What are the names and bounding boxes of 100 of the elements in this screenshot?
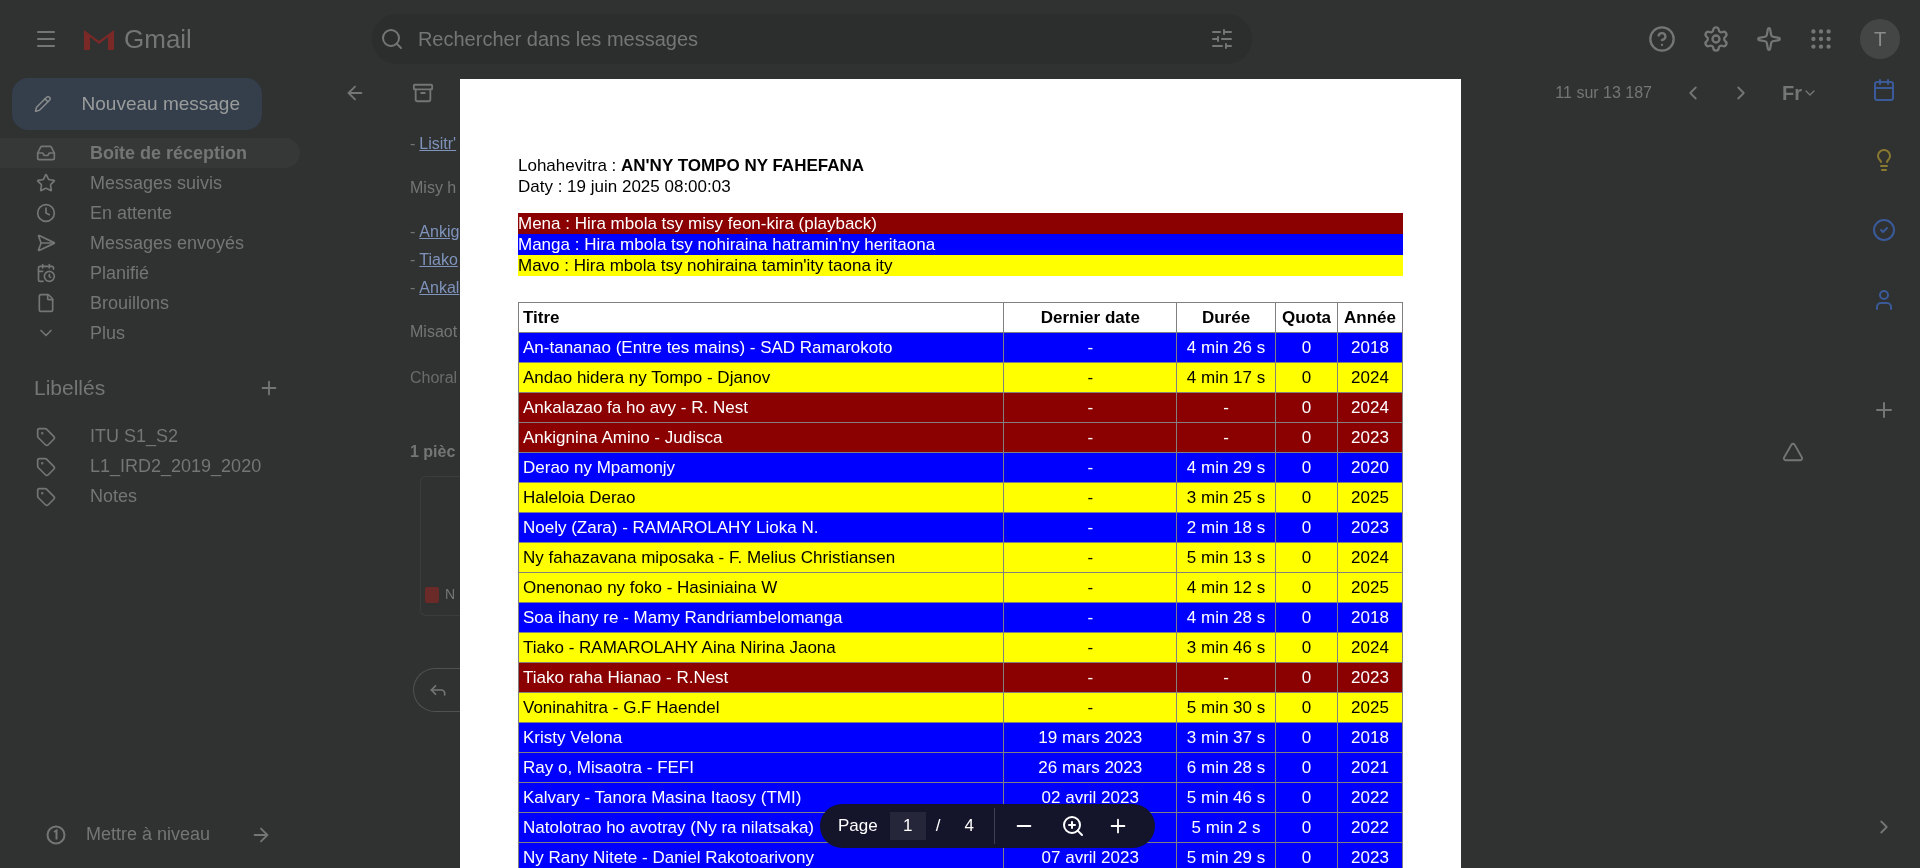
table-cell: 2022 — [1351, 817, 1389, 837]
message-link[interactable]: Ankal — [419, 276, 460, 300]
table-cell: - — [1087, 547, 1094, 567]
table-cell: Kalvary - Tanora Masina Itaosy (TMI) — [523, 787, 802, 807]
table-cell: 0 — [1301, 427, 1312, 447]
column-header: Durée — [1176, 302, 1276, 333]
table-cell: 0 — [1301, 847, 1312, 867]
table-cell: 2025 — [1351, 697, 1389, 717]
legend-bar: Mavo : Hira mbola tsy nohiraina tamin'ity taona ity — [518, 255, 1403, 276]
column-header: Année — [1337, 302, 1403, 333]
table-cell: 2020 — [1351, 457, 1389, 477]
table-cell: Tiako raha Hianao - R.Nest — [523, 667, 729, 687]
search-icon[interactable] — [379, 27, 404, 51]
label-item[interactable]: Notes — [0, 483, 330, 510]
table-cell: 2 min 18 s — [1186, 517, 1266, 537]
upgrade-link[interactable]: Mettre à niveau — [86, 821, 211, 848]
table-cell: 2024 — [1351, 637, 1389, 657]
table-cell: 3 min 25 s — [1186, 487, 1266, 507]
table-cell: 0 — [1301, 637, 1312, 657]
attachment-name: N — [445, 585, 456, 604]
table-cell: - — [1223, 667, 1229, 687]
archive-icon[interactable] — [412, 82, 434, 104]
column-header: Titre — [518, 302, 1004, 333]
apps-icon[interactable] — [1808, 26, 1834, 52]
table-cell: 4 min 29 s — [1186, 457, 1266, 477]
label-item[interactable]: ITU S1_S2 — [0, 423, 330, 450]
table-cell: - — [1087, 487, 1094, 507]
nav-item[interactable]: Planifié — [0, 258, 300, 288]
table-cell: Soa ihany re - Mamy Randriambelomanga — [523, 607, 843, 627]
app-name: Gmail — [124, 22, 192, 56]
nav-item[interactable]: Boîte de réception — [0, 138, 300, 168]
label-item[interactable]: L1_IRD2_2019_2020 — [0, 453, 330, 480]
table-cell: 2025 — [1351, 487, 1389, 507]
table-cell: - — [1087, 427, 1094, 447]
help-icon[interactable] — [1648, 25, 1676, 53]
document-icon — [36, 293, 56, 313]
label-icon — [36, 456, 56, 477]
table-cell: - — [1087, 697, 1094, 717]
page-number-field[interactable]: 1 — [889, 812, 926, 840]
table-cell: 0 — [1301, 607, 1312, 627]
table-cell: 0 — [1301, 337, 1312, 357]
nav-item[interactable]: Brouillons — [0, 288, 300, 318]
table-cell: 2024 — [1351, 547, 1389, 567]
table-cell: 2018 — [1351, 607, 1389, 627]
message-link[interactable]: Lisitr' — [419, 132, 457, 156]
table-cell: 6 min 28 s — [1186, 757, 1266, 777]
table-cell: 2023 — [1351, 427, 1389, 447]
avatar[interactable]: T — [1860, 19, 1900, 59]
list-dash: - — [410, 134, 416, 154]
table-cell: - — [1087, 367, 1094, 387]
table-cell: Ny fahazavana miposaka - F. Melius Christiansen — [523, 547, 896, 567]
message-link[interactable]: Ankig — [419, 220, 460, 244]
calendar-icon[interactable] — [1872, 78, 1896, 102]
table-cell: - — [1087, 667, 1094, 687]
nav-item[interactable]: Messages envoyés — [0, 228, 300, 258]
settings-icon[interactable] — [1702, 25, 1730, 53]
table-cell: 0 — [1301, 727, 1312, 747]
table-cell: Ankignina Amino - Judisca — [523, 427, 723, 447]
table-cell: 2018 — [1351, 727, 1389, 747]
pager-text: 11 sur 13 187 — [1555, 83, 1652, 103]
nav-item[interactable]: Plus — [0, 318, 300, 348]
nav-item[interactable]: En attente — [0, 198, 300, 228]
column-header: Dernier date — [1003, 302, 1177, 333]
send-icon — [36, 233, 56, 253]
table-cell: 2018 — [1351, 337, 1389, 357]
table-cell: 2024 — [1351, 367, 1389, 387]
filter-icon[interactable] — [1209, 27, 1234, 51]
table-cell: 2023 — [1351, 847, 1389, 867]
input-tools-button[interactable]: Fr — [1782, 78, 1818, 108]
table-cell: 2024 — [1351, 397, 1389, 417]
zoom-in-icon[interactable] — [1060, 814, 1085, 838]
table-cell: 0 — [1301, 817, 1312, 837]
table-cell: 3 min 37 s — [1186, 727, 1266, 747]
legend-bar: Manga : Hira mbola tsy nohiraina hatramin'ny heritaona — [518, 234, 1403, 255]
tasks-icon[interactable] — [1872, 218, 1896, 242]
page-separator: / — [935, 815, 941, 838]
labels-heading: Libellés — [34, 375, 106, 401]
search-input[interactable]: Rechercher dans les messages — [417, 24, 1210, 54]
table-cell: - — [1087, 397, 1094, 417]
table-cell: 4 min 28 s — [1186, 607, 1266, 627]
table-cell: Voninahitra - G.F Haendel — [523, 697, 720, 717]
table-cell: - — [1087, 607, 1094, 627]
table-cell: 4 min 26 s — [1186, 337, 1266, 357]
table-cell: - — [1223, 397, 1229, 417]
search-field[interactable]: Rechercher dans les messages — [371, 14, 1252, 64]
list-dash: - — [410, 250, 416, 270]
page-label: Page — [838, 815, 878, 838]
table-cell: 0 — [1301, 517, 1312, 537]
message-link[interactable]: Tiako — [419, 248, 458, 272]
table-cell: Kristy Velona — [523, 727, 623, 747]
sparkle-icon[interactable] — [1756, 26, 1782, 52]
subject-line: Lohahevitra : AN'NY TOMPO NY FAHEFANA — [518, 155, 866, 176]
table-cell: Onenonao ny foko - Hasiniaina W — [523, 577, 778, 597]
nav-item[interactable]: Messages suivis — [0, 168, 300, 198]
compose-button[interactable]: Nouveau message — [12, 78, 262, 130]
table-cell: 0 — [1301, 547, 1312, 567]
label-icon — [36, 486, 56, 507]
table-cell: 0 — [1301, 787, 1312, 807]
table-cell: Derao ny Mpamonjy — [523, 457, 676, 477]
table-cell: Andao hidera ny Tompo - Djanov — [523, 367, 771, 387]
